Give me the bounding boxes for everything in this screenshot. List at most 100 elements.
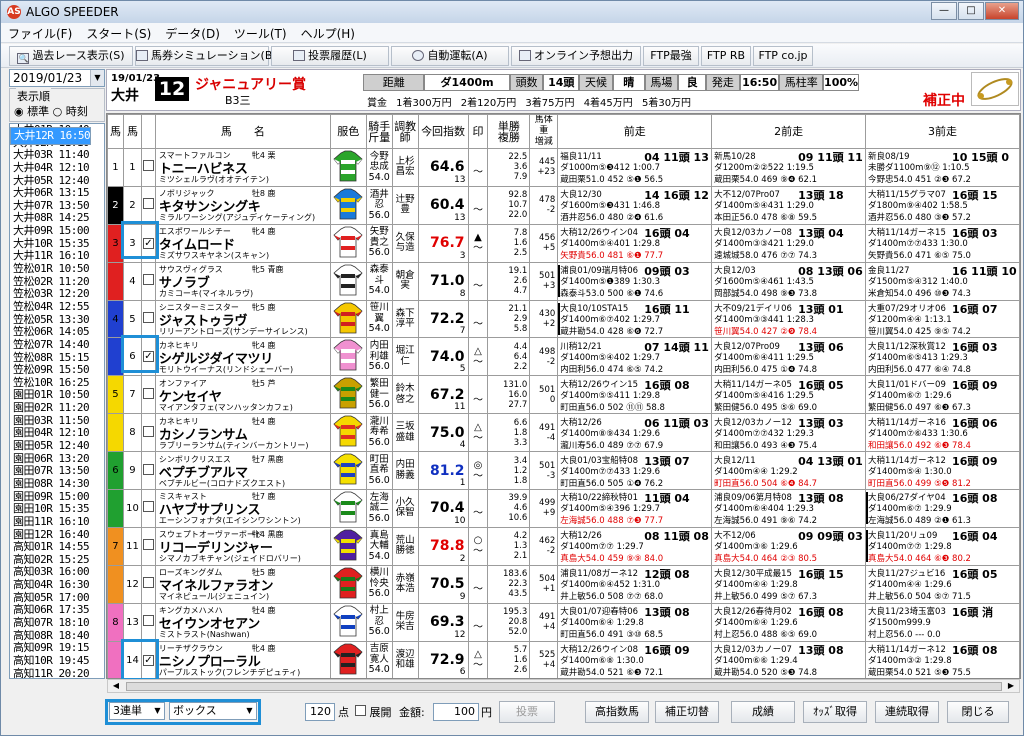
race-list-item[interactable]: 園田02R 11:20 [10,401,104,415]
race-list-item[interactable]: 笠松04R 12:55 [10,300,104,314]
vote-button[interactable]: 投票 [499,701,555,723]
mark-cell[interactable]: ○ ～ [467,526,489,566]
horse-name-cell[interactable]: カネヒキリ 牡4 鹿カシノランサム ラブリーランサム(ティンバーカントリー) [154,413,331,453]
horse-name-cell[interactable]: シンボリクリスエス 牡7 黒鹿 ベプチブアルマ ベブチルビー(コロナドズクエスト) [154,451,331,491]
menu-data[interactable]: データ(D) [158,23,227,44]
horse-checkbox[interactable] [142,539,154,551]
date-picker[interactable]: 2019/01/23 ▼ [9,69,105,87]
horse-checkbox-cell[interactable] [140,375,156,415]
race-list-item[interactable]: 笠松07R 14:40 [10,338,104,352]
vote-history-button[interactable]: 投票履歴(L) [271,46,389,66]
horse-name-cell[interactable]: エスポワールシチー 牝4 鹿タイムロード ミズサワスキヤネン(スキャン) [154,223,331,263]
horse-row[interactable]: 4 サウスヴィグラス 牝5 青鹿 サノラブ カミコーキ(マイネルラヴ) 森泰 斗 54.… [107,261,1020,301]
race-list-item[interactable]: 大井12R 16:50 [10,127,92,145]
horse-checkbox[interactable] [142,463,154,475]
ftp-rb-button[interactable]: FTP RB [701,46,751,66]
mark-cell[interactable]: ～ [467,489,489,528]
horse-row[interactable]: 8 13 キングカメハメハ 牡4 鹿セイウンオセアン ミストラスト(Nashwan) 村… [107,602,1020,642]
continuous-get-button[interactable]: 連続取得 [875,701,939,723]
horse-checkbox-cell[interactable] [140,451,156,491]
radio-standard[interactable]: ◉ [14,105,27,118]
horse-checkbox-cell[interactable] [140,564,156,604]
scroll-thumb[interactable] [126,682,1002,691]
horse-row[interactable]: 12 ローズキングダム 牡5 鹿マイネルファラオン マイネピュール(ジェニュイン) 横… [107,564,1020,604]
race-list-item[interactable]: 園田08R 14:30 [10,477,104,491]
horse-name-cell[interactable]: スマートファルコン 牝4 栗トニーハビネス ミツシェルラヴ(オオテイテン) [154,148,331,187]
mark-cell[interactable]: △ ～ [467,413,489,453]
radio-time[interactable]: ○ [53,105,66,118]
online-forecast-button[interactable]: オンライン予想出力 [511,46,641,66]
horse-checkbox-cell[interactable] [140,413,156,453]
horse-row[interactable]: 7 11 スウェプトオーヴァーボード 牝4 黒鹿 リコーデリンジャー シマノカブキチャン(… [107,526,1020,566]
race-list-item[interactable]: 笠松09R 15:50 [10,364,104,377]
mark-cell[interactable]: ◎ ～ [467,451,489,491]
mark-cell[interactable]: ▲ ～ [467,223,489,263]
ftp-cojp-button[interactable]: FTP co.jp [753,46,813,66]
horse-row[interactable]: 1 1 スマートファルコン 牝4 栗トニーハビネス ミツシェルラヴ(オオテイテン) 今野… [107,148,1020,187]
horse-checkbox-cell[interactable] [140,299,156,339]
mark-cell[interactable]: ～ [467,602,489,642]
mark-cell[interactable]: ～ [467,564,489,604]
ftp-strongest-button[interactable]: FTP最強 [643,46,699,66]
toggle-correction-button[interactable]: 補正切替 [655,701,719,723]
race-list-item[interactable]: 高知11R 20:20 [10,667,104,678]
horse-checkbox[interactable] [142,198,154,210]
expand-checkbox-box[interactable] [355,705,366,716]
menu-file[interactable]: ファイル(F) [1,23,79,44]
mark-cell[interactable]: ～ [467,185,489,225]
chevron-down-icon[interactable]: ▼ [90,70,104,86]
race-list-item[interactable]: 笠松06R 14:05 [10,326,104,339]
horse-row[interactable]: 2 2 ノボリジャック 牡8 鹿キタサンシングキ ミラルワーシング(アジュディケーティン… [107,185,1020,225]
horse-name-cell[interactable]: オンファイア 牡5 芦ケンセイヤ マイアンタフェ(マンハッタンカフェ) [154,375,331,415]
race-list-item[interactable]: 園田11R 16:10 [10,515,104,529]
horse-checkbox[interactable] [142,274,154,286]
race-list-item[interactable]: 高知10R 19:45 [10,654,104,668]
scroll-right-icon[interactable]: ▶ [1003,680,1019,692]
mark-cell[interactable]: ～ [467,299,489,339]
mark-cell[interactable]: ～ [467,375,489,415]
horizontal-scrollbar[interactable]: ◀ ▶ [107,679,1020,693]
horse-checkbox[interactable] [142,312,154,323]
horse-row[interactable]: 8 カネヒキリ 牡4 鹿カシノランサム ラブリーランサム(ティンバーカントリー) 瀧川… [107,413,1020,453]
menu-tools[interactable]: ツール(T) [227,23,294,44]
horse-checkbox[interactable] [142,160,154,172]
horse-row[interactable]: 6 ✓ カネヒキリ 牝4 鹿シゲルジダイマツリ モリトウイーナス(リンドシェーバー) 内… [107,337,1020,377]
race-list-item[interactable]: 園田05R 12:40 [10,439,104,453]
horse-name-cell[interactable]: カネヒキリ 牝4 鹿シゲルジダイマツリ モリトウイーナス(リンドシェーバー) [154,337,331,377]
horse-checkbox-cell[interactable] [140,185,156,225]
race-list-item[interactable]: 高知07R 18:10 [10,616,104,630]
race-list-item[interactable]: 大井06R 13:15 [10,187,104,200]
horse-name-cell[interactable]: スウェプトオーヴァーボード 牝4 黒鹿 リコーデリンジャー シマノカブキチャン(ジェイ… [154,526,331,566]
horse-row[interactable]: 10 ミスキャスト 牡7 鹿ハヤブサプリンス エーシンフォナタ(エイシンワシントン) … [107,489,1020,528]
race-list[interactable]: 大井01R 10:40大井02R 11:10大井03R 11:40大井04R 1… [9,123,105,679]
horse-row[interactable]: 5 7 オンファイア 牡5 芦ケンセイヤ マイアンタフェ(マンハッタンカフェ) 繁田 健… [107,375,1020,415]
horse-name-cell[interactable]: ローズキングダム 牡5 鹿マイネルファラオン マイネピュール(ジェニュイン) [154,564,331,604]
past-race-button[interactable]: 🔍 過去レース表示(S) [9,46,133,66]
expand-checkbox[interactable]: 展開 [355,704,392,720]
horse-checkbox-cell[interactable] [140,602,156,642]
horse-checkbox[interactable] [142,501,154,513]
ticket-simulation-button[interactable]: 馬券シミュレーション(B) [135,46,277,66]
horse-checkbox-cell[interactable] [140,261,156,301]
race-list-item[interactable]: 高知04R 16:30 [10,578,104,592]
race-list-item[interactable]: 笠松01R 10:50 [10,262,104,276]
mark-cell[interactable]: ～ [467,148,489,187]
horse-checkbox-cell[interactable] [140,489,156,528]
horse-row[interactable]: 4 5 シニスターミニスター 牝5 鹿ジャストゥラヴ リリーアントローズ(サンデーサイレ… [107,299,1020,339]
horse-checkbox[interactable] [142,577,154,589]
race-list-item[interactable]: 園田10R 15:35 [10,503,104,516]
high-index-button[interactable]: 高指数馬 [585,701,649,723]
horse-row[interactable]: 6 9 シンボリクリスエス 牡7 黒鹿 ベプチブアルマ ベブチルビー(コロナドズクエスト)… [107,451,1020,491]
auto-run-button[interactable]: 自動運転(A) [391,46,509,66]
results-button[interactable]: 成績 [731,701,795,723]
horse-checkbox-cell[interactable] [140,526,156,566]
amount-input[interactable]: 100 [433,703,479,721]
race-list-item[interactable]: 高知09R 19:15 [10,642,104,655]
mark-cell[interactable]: ～ [467,261,489,301]
mark-cell[interactable]: △ ～ [467,640,489,678]
get-odds-button[interactable]: ｵｯｽﾞ取得 [803,701,867,723]
horse-name-cell[interactable]: リーチザクラウン 牝4 鹿ニシノプローラル パープルストック(フレンチデピュティ) [154,640,331,678]
horse-name-cell[interactable]: ミスキャスト 牡7 鹿ハヤブサプリンス エーシンフォナタ(エイシンワシントン) [154,489,331,528]
close-button[interactable]: 閉じる [947,701,1009,723]
horse-checkbox[interactable] [142,425,154,437]
